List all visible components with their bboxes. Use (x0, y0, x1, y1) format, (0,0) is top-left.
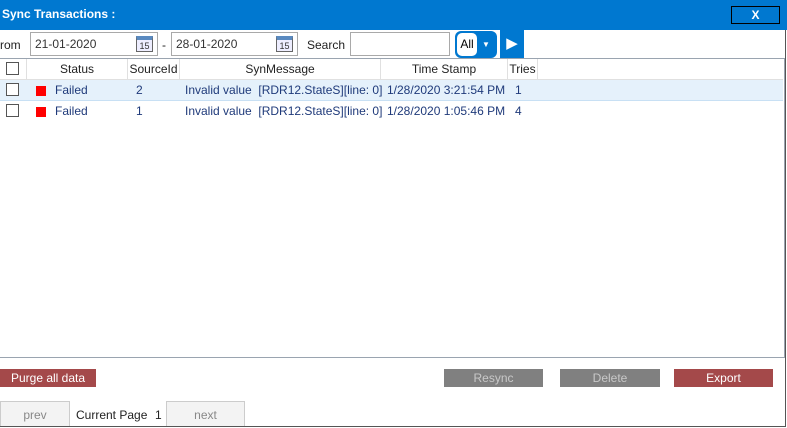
calendar-icon[interactable]: 15 (276, 36, 293, 52)
header-timestamp[interactable]: Time Stamp (381, 59, 508, 80)
type-filter-dropdown[interactable]: All ▼ (455, 31, 497, 58)
row-checkbox[interactable] (6, 83, 19, 96)
from-date-value: 21-01-2020 (35, 37, 97, 51)
current-page-label: Current Page (76, 408, 148, 422)
timestamp-cell: 1/28/2020 1:05:46 PM (387, 104, 506, 118)
calendar-icon[interactable]: 15 (136, 36, 153, 52)
chevron-down-icon: ▼ (482, 40, 490, 49)
search-label: Search (307, 38, 346, 52)
table-row[interactable]: Failed 1 Invalid value [RDR12.StateS][li… (0, 101, 783, 122)
transactions-grid: Status SourceId SynMessage Time Stamp Tr… (0, 58, 785, 358)
prev-page-button[interactable]: prev (0, 401, 70, 427)
delete-button[interactable]: Delete (560, 369, 660, 387)
header-sourceid[interactable]: SourceId (128, 59, 180, 80)
status-cell: Failed (55, 104, 88, 118)
status-indicator-icon (36, 107, 46, 117)
export-button[interactable]: Export (674, 369, 773, 387)
current-page-number: 1 (155, 408, 162, 422)
select-all-header (0, 59, 27, 80)
tries-cell: 4 (515, 104, 522, 118)
bottom-border (0, 426, 785, 427)
next-page-button[interactable]: next (166, 401, 245, 427)
from-label: rom (0, 38, 21, 52)
play-icon[interactable]: ▶ (500, 30, 524, 58)
sourceid-cell: 1 (136, 104, 143, 118)
header-synmessage[interactable]: SynMessage (180, 59, 381, 80)
sourceid-cell: 2 (136, 83, 143, 97)
table-row[interactable]: Failed 2 Invalid value [RDR12.StateS][li… (0, 80, 783, 101)
header-filler (538, 59, 783, 80)
type-filter-value: All (457, 33, 477, 56)
search-input[interactable] (350, 32, 450, 56)
timestamp-cell: 1/28/2020 3:21:54 PM (387, 83, 506, 97)
select-all-checkbox[interactable] (6, 62, 19, 75)
header-tries[interactable]: Tries (508, 59, 538, 80)
status-indicator-icon (36, 86, 46, 96)
message-cell: Invalid value [RDR12.StateS][line: 0] (185, 104, 383, 118)
to-date-picker[interactable]: 28-01-2020 15 (171, 32, 298, 56)
window-title: Sync Transactions : (2, 7, 116, 21)
status-cell: Failed (55, 83, 88, 97)
from-date-picker[interactable]: 21-01-2020 15 (30, 32, 158, 56)
tries-cell: 1 (515, 83, 522, 97)
right-border (785, 30, 786, 427)
header-status[interactable]: Status (27, 59, 128, 80)
purge-all-button[interactable]: Purge all data (0, 369, 96, 387)
message-cell: Invalid value [RDR12.StateS][line: 0] (185, 83, 383, 97)
row-checkbox[interactable] (6, 104, 19, 117)
date-separator: - (162, 38, 166, 52)
close-button[interactable]: X (731, 6, 780, 24)
resync-button[interactable]: Resync (444, 369, 543, 387)
title-bar (0, 0, 787, 30)
to-date-value: 28-01-2020 (176, 37, 238, 51)
